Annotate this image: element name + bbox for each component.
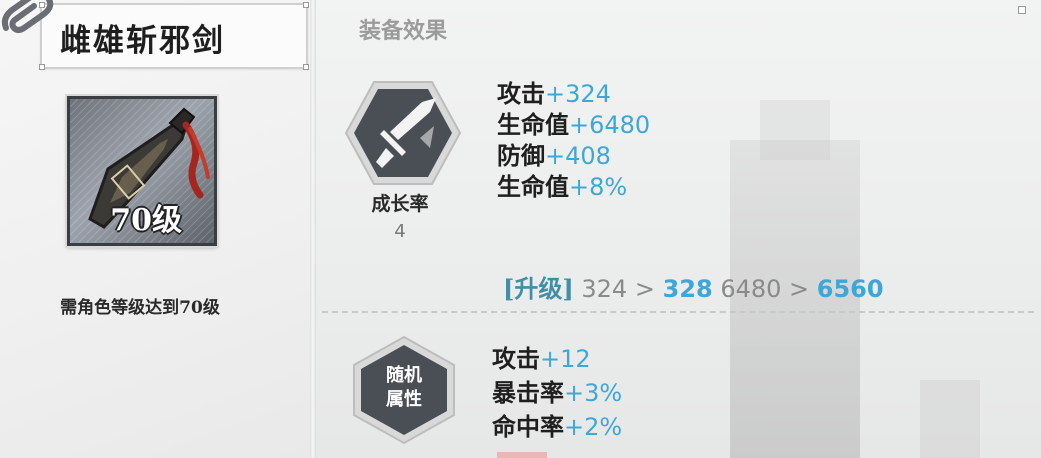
stat-name: 攻击 — [497, 79, 545, 108]
card-corner-dot — [39, 64, 45, 70]
stat-row: 生命值+8% — [497, 171, 650, 202]
stat-value: +2% — [564, 413, 623, 441]
section-divider — [322, 311, 1034, 313]
next-item-chip — [497, 452, 547, 458]
upgrade-arrow: > — [634, 275, 655, 303]
level-requirement: 需角色等级达到70级 — [60, 298, 220, 318]
stat-name: 防御 — [497, 141, 545, 170]
paperclip-icon — [1, 0, 54, 33]
stat-row: 攻击+324 — [497, 78, 650, 109]
stat-value: +12 — [540, 345, 591, 373]
card-corner-dot — [303, 2, 309, 8]
random-label-line1: 随机 — [386, 365, 422, 386]
attack-new-value: 328 — [662, 275, 713, 303]
sword-hex-icon — [344, 81, 462, 185]
section-title: 装备效果 — [359, 18, 448, 44]
stat-row: 命中率+2% — [492, 410, 622, 444]
random-stat-list: 攻击+12 暴击率+3% 命中率+2% — [492, 342, 622, 444]
base-stat-list: 攻击+324 生命值+6480 防御+408 生命值+8% — [497, 78, 650, 202]
stat-row: 生命值+6480 — [497, 109, 650, 140]
random-attribute-label: 随机 属性 — [350, 364, 458, 412]
stat-value: +324 — [545, 80, 611, 108]
stat-value: +8% — [569, 173, 628, 201]
card-corner-dot — [303, 64, 309, 70]
random-label-line2: 属性 — [386, 389, 422, 410]
hp-new-value: 6560 — [816, 275, 884, 303]
stat-row: 暴击率+3% — [492, 376, 622, 410]
hp-old-value: 6480 — [720, 275, 782, 303]
corner-marker — [1018, 6, 1026, 14]
stat-name: 攻击 — [492, 344, 540, 373]
stat-row: 防御+408 — [497, 140, 650, 171]
upgrade-preview: [升级] 324 > 328 6480 > 6560 — [503, 269, 884, 304]
weapon-portrait[interactable]: 70级 — [67, 96, 217, 246]
attack-old-value: 324 — [581, 275, 628, 303]
background-structure — [920, 380, 980, 458]
stat-name: 命中率 — [492, 412, 564, 441]
stat-name: 生命值 — [497, 172, 569, 201]
upgrade-arrow: > — [789, 275, 810, 303]
upgrade-tag: [升级] — [503, 274, 574, 303]
stat-name: 生命值 — [497, 110, 569, 139]
weapon-name-card: 雌雄斩邪剑 — [39, 2, 309, 70]
level-badge: 70级 — [110, 203, 182, 238]
stat-value: +408 — [545, 142, 611, 170]
growth-rate-value: 4 — [394, 221, 406, 242]
stat-row: 攻击+12 — [492, 342, 622, 376]
growth-rate-label: 成长率 — [371, 193, 429, 215]
weapon-name: 雌雄斩邪剑 — [60, 23, 225, 59]
panel-divider — [310, 0, 316, 458]
stat-value: +3% — [564, 379, 623, 407]
stat-value: +6480 — [569, 111, 651, 139]
stat-name: 暴击率 — [492, 378, 564, 407]
